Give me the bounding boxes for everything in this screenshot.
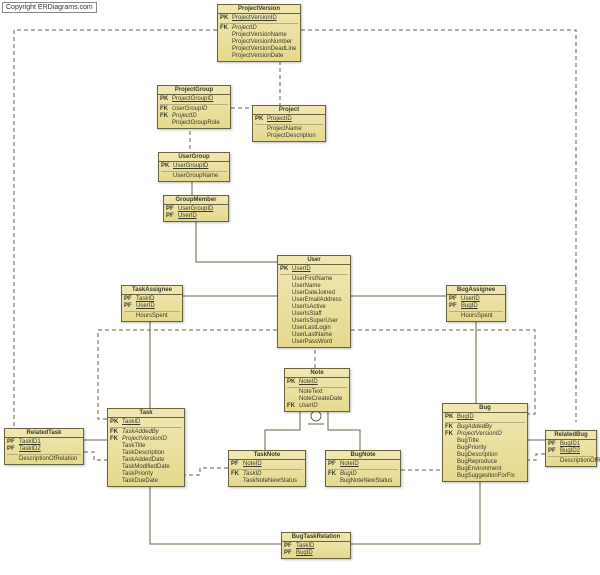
entity-title: ProjectVersion xyxy=(218,5,300,14)
copyright-label: Copyright ERDiagrams.com xyxy=(2,2,97,13)
entity-bugtaskrelation: BugTaskRelation PFTaskID PFBugID xyxy=(281,532,351,559)
entity-title: TaskAssignee xyxy=(122,286,182,295)
entity-title: ProjectGroup xyxy=(158,86,230,95)
entity-title: Bug xyxy=(443,404,527,413)
entity-project: Project PKProjectID ProjectName ProjectD… xyxy=(252,105,326,142)
entity-title: RelatedTask xyxy=(5,429,83,438)
entity-title: User xyxy=(278,256,350,265)
entity-title: BugAssignee xyxy=(447,286,505,295)
entity-relatedbug: RelatedBug PFBugID1 PFBugID2 Description… xyxy=(545,430,597,467)
entity-bug: Bug PKBugID FKBugAddedBy FKProjectVersio… xyxy=(442,403,528,482)
entity-title: UserGroup xyxy=(159,153,229,162)
entity-note: Note PKNoteID NoteText NoteCreateDate FK… xyxy=(284,368,350,412)
entity-title: Note xyxy=(285,369,349,378)
entity-relatedtask: RelatedTask PFTaskID1 PFTaskID2 Descript… xyxy=(4,428,84,465)
entity-groupmember: GroupMember PFUserGroupID PFUserID xyxy=(163,195,229,222)
entity-projectversion: ProjectVersion PKProjectVersionID FKProj… xyxy=(217,4,301,62)
entity-title: BugNote xyxy=(326,451,400,460)
entity-bugnote: BugNote PFNoteID FKBugID BugNoteNewStatu… xyxy=(325,450,401,487)
entity-title: Task xyxy=(108,409,184,418)
entity-usergroup: UserGroup PKUserGroupID UserGroupName xyxy=(158,152,230,182)
entity-title: TaskNote xyxy=(229,451,305,460)
entity-title: GroupMember xyxy=(164,196,228,205)
entity-title: BugTaskRelation xyxy=(282,533,350,542)
entity-title: RelatedBug xyxy=(546,431,596,440)
entity-taskassignee: TaskAssignee PFTaskID PFUserID HoursSpen… xyxy=(121,285,183,322)
entity-task: Task PKTaskID FKTaskAddedBy FKProjectVer… xyxy=(107,408,185,487)
entity-projectgroup: ProjectGroup PKProjectGroupID FKUserGrou… xyxy=(157,85,231,129)
entity-bugassignee: BugAssignee PFUserID PFBugID HoursSpent xyxy=(446,285,506,322)
entity-title: Project xyxy=(253,106,325,115)
entity-tasknote: TaskNote PFNoteID FKTaskID TaskNoteNewSt… xyxy=(228,450,306,487)
entity-user: User PKUserID UserFirstName UserName Use… xyxy=(277,255,351,348)
